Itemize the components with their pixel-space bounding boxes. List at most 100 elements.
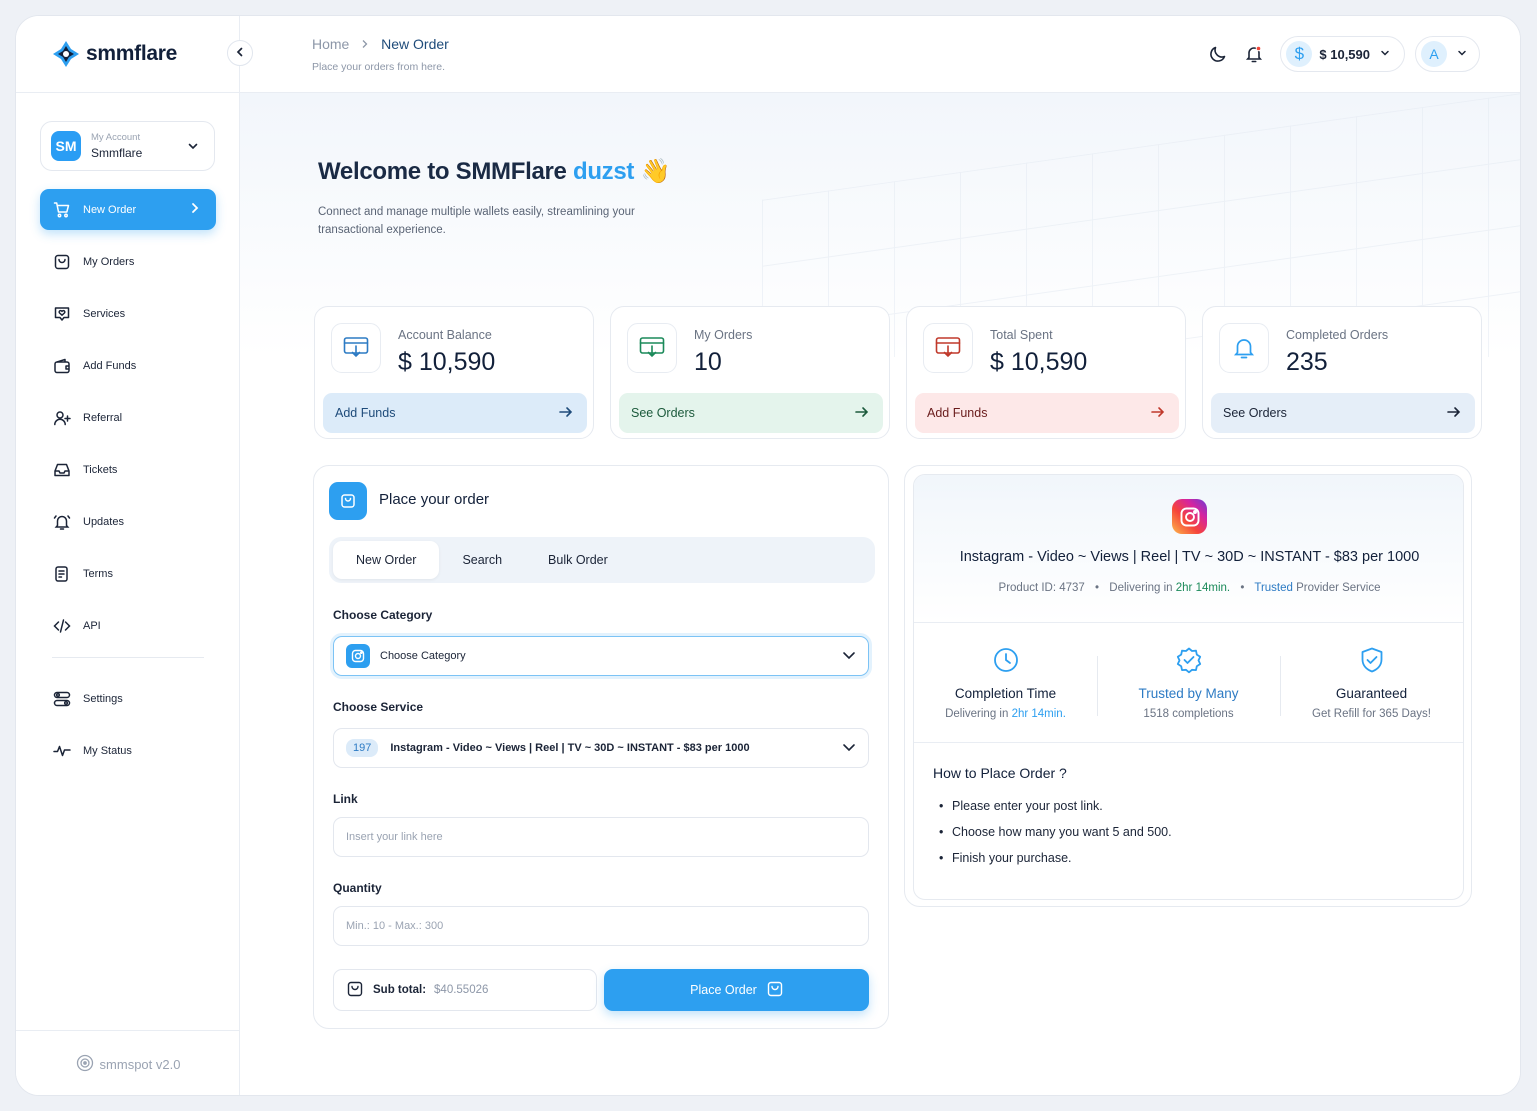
feature-guaranteed: Guaranteed Get Refill for 365 Days! xyxy=(1280,646,1463,720)
sidebar-item-label: Add Funds xyxy=(83,359,137,372)
sidebar-item-terms[interactable]: Terms xyxy=(40,553,216,594)
account-switcher[interactable]: SM My Account Smmflare xyxy=(40,121,215,171)
chevron-down-icon[interactable] xyxy=(182,135,204,157)
page-subtitle: Place your orders from here. xyxy=(312,61,446,73)
sidebar-item-label: Settings xyxy=(83,692,123,705)
sidebar-item-referral[interactable]: Referral xyxy=(40,397,216,438)
sidebar-item-label: Referral xyxy=(83,411,123,424)
bag-icon xyxy=(347,981,363,1000)
collapse-sidebar-button[interactable] xyxy=(227,40,253,66)
wave-emoji-icon: 👋 xyxy=(640,158,671,185)
inbox-icon xyxy=(52,460,72,480)
instagram-icon xyxy=(1172,499,1207,534)
service-title: Instagram - Video ~ Views | Reel | TV ~ … xyxy=(959,549,1420,565)
sidebar-item-updates[interactable]: Updates xyxy=(40,501,216,542)
feature-title: Guaranteed xyxy=(1335,685,1408,701)
how-to-list: Please enter your post link. Choose how … xyxy=(933,799,1444,865)
account-label: My Account xyxy=(91,132,141,143)
bag-icon xyxy=(329,482,367,520)
toggles-icon xyxy=(52,689,72,709)
subtotal-box: Sub total: $40.55026 xyxy=(333,969,597,1011)
version-label: smmspot v2.0 xyxy=(99,1056,181,1072)
tab-search[interactable]: Search xyxy=(439,541,525,579)
breadcrumb-current: New Order xyxy=(381,36,449,52)
sidebar-nav: New Order My Orders Services Add Funds R… xyxy=(40,189,216,782)
feature-subtitle: 1518 completions xyxy=(1143,707,1234,720)
subtotal-value: $40.55026 xyxy=(434,984,489,996)
sidebar-item-my-status[interactable]: My Status xyxy=(40,730,216,771)
place-order-card: Place your order New Order Search Bulk O… xyxy=(313,465,889,1029)
place-order-button[interactable]: Place Order xyxy=(604,969,869,1011)
link-input-placeholder: Insert your link here xyxy=(346,831,443,843)
sidebar-item-new-order[interactable]: New Order xyxy=(40,189,216,230)
stat-value: $ 10,590 xyxy=(990,348,1088,376)
app-window: smmflare SM My Account Smmflare New Orde… xyxy=(15,15,1521,1096)
sidebar-divider xyxy=(52,657,204,658)
order-card-title: Place your order xyxy=(379,491,490,508)
activity-icon xyxy=(52,741,72,761)
cart-icon xyxy=(52,200,72,220)
breadcrumb-home[interactable]: Home xyxy=(312,36,349,52)
bell-icon[interactable] xyxy=(1242,42,1266,66)
sidebar: smmflare SM My Account Smmflare New Orde… xyxy=(16,16,240,1095)
service-select-value: Instagram - Video ~ Views | Reel | TV ~ … xyxy=(390,742,750,754)
breadcrumb: Home New Order xyxy=(312,36,449,52)
see-orders-button[interactable]: See Orders xyxy=(1211,393,1475,433)
sidebar-item-label: Updates xyxy=(83,515,124,528)
sidebar-item-api[interactable]: API xyxy=(40,605,216,646)
sidebar-item-services[interactable]: Services xyxy=(40,293,216,334)
delivery-time: 2hr 14min. xyxy=(1175,582,1231,594)
list-item: Finish your purchase. xyxy=(933,851,1444,865)
feature-completion-time: Completion Time Delivering in 2hr 14min. xyxy=(914,646,1097,720)
service-select[interactable]: 197 Instagram - Video ~ Views | Reel | T… xyxy=(333,728,869,768)
category-select-value: Choose Category xyxy=(380,650,466,662)
wallet-download-icon xyxy=(923,323,973,373)
sidebar-item-settings[interactable]: Settings xyxy=(40,678,216,719)
user-plus-icon xyxy=(52,408,72,428)
welcome-username: duzst xyxy=(572,158,635,185)
link-input[interactable]: Insert your link here xyxy=(333,817,869,857)
list-item: Choose how many you want 5 and 500. xyxy=(933,825,1444,839)
chevron-down-icon xyxy=(842,650,856,663)
arrow-right-icon xyxy=(855,406,869,421)
logo-icon xyxy=(52,40,80,68)
sidebar-item-tickets[interactable]: Tickets xyxy=(40,449,216,490)
chevron-down-icon xyxy=(1457,45,1467,63)
feature-subtitle: Delivering in 2hr 14min. xyxy=(945,707,1066,720)
arrow-right-icon xyxy=(559,406,573,421)
tab-bulk-order[interactable]: Bulk Order xyxy=(525,541,631,579)
how-to-title: How to Place Order ? xyxy=(933,765,1067,781)
balance-dropdown[interactable]: $ $ 10,590 xyxy=(1280,36,1405,72)
wallet-download-icon xyxy=(331,323,381,373)
stat-label: Total Spent xyxy=(990,328,1053,342)
wallet-icon xyxy=(52,356,72,376)
tab-new-order[interactable]: New Order xyxy=(333,541,440,579)
account-name: Smmflare xyxy=(91,146,143,160)
bag-icon xyxy=(52,252,72,272)
chevron-right-icon xyxy=(361,36,373,52)
logo[interactable]: smmflare xyxy=(16,16,239,93)
stat-value: $ 10,590 xyxy=(398,348,496,376)
how-to-section: How to Place Order ? Please enter your p… xyxy=(914,743,1463,899)
order-tabs: New Order Search Bulk Order xyxy=(329,537,875,583)
arrow-right-icon xyxy=(1447,406,1461,421)
add-funds-button[interactable]: Add Funds xyxy=(323,393,587,433)
stat-label: My Orders xyxy=(694,328,753,342)
category-select[interactable]: Choose Category xyxy=(333,636,869,676)
see-orders-button[interactable]: See Orders xyxy=(619,393,883,433)
feature-title: Completion Time xyxy=(954,685,1057,701)
feature-subtitle: Get Refill for 365 Days! xyxy=(1312,707,1431,720)
profile-dropdown[interactable]: A xyxy=(1415,36,1480,72)
moon-icon[interactable] xyxy=(1206,42,1230,66)
wallet-download-icon xyxy=(627,323,677,373)
stat-card-completed-orders: Completed Orders 235 See Orders xyxy=(1202,306,1482,439)
sidebar-item-my-orders[interactable]: My Orders xyxy=(40,241,216,282)
sidebar-item-label: API xyxy=(83,619,101,632)
stat-value: 235 xyxy=(1286,348,1328,376)
quantity-input[interactable]: Min.: 10 - Max.: 300 xyxy=(333,906,869,946)
feature-trusted: Trusted by Many 1518 completions xyxy=(1097,646,1280,720)
add-funds-button[interactable]: Add Funds xyxy=(915,393,1179,433)
stats-row: Account Balance $ 10,590 Add Funds My Or… xyxy=(314,306,1498,439)
dollar-icon: $ xyxy=(1286,41,1313,67)
sidebar-item-add-funds[interactable]: Add Funds xyxy=(40,345,216,386)
